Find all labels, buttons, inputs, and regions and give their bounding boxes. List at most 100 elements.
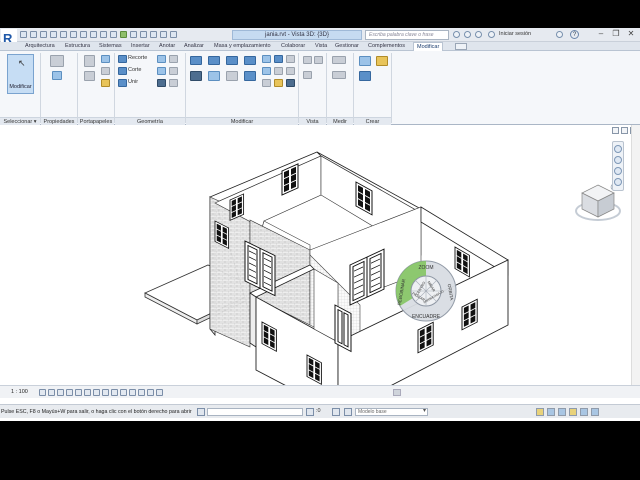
worksharing-display-icon[interactable] [147,389,154,396]
delete-icon[interactable] [286,79,295,87]
align-icon[interactable] [190,56,202,65]
measure-icon[interactable] [80,31,87,38]
create-similar-icon[interactable] [376,56,388,66]
scale-icon[interactable] [274,67,283,75]
reveal-hidden-icon[interactable] [120,389,127,396]
tab-analizar[interactable]: Analizar [184,42,204,51]
zoom-icon[interactable] [614,167,622,175]
design-option-select[interactable]: Modelo base [355,408,428,416]
horizontal-scrollbar-thumb[interactable] [393,389,401,396]
offset-icon[interactable] [208,56,220,65]
remove-paint-icon[interactable] [169,67,178,75]
communication-icon[interactable] [475,31,482,38]
text-icon[interactable] [110,31,117,38]
type-properties-icon[interactable] [52,71,62,80]
save-icon[interactable] [30,31,37,38]
wheel-zoom-label[interactable]: ZOOM [419,265,434,271]
lock-3d-icon[interactable] [102,389,109,396]
override-graphics-icon[interactable] [314,56,323,64]
tab-sistemas[interactable]: Sistemas [99,42,122,51]
unpin-icon[interactable] [274,79,283,87]
select-links-icon[interactable] [536,408,544,416]
house-3d-model[interactable] [0,125,640,385]
modify-button[interactable]: ↖ Modificar [7,54,34,94]
panel-seleccionar[interactable]: Seleccionar ▾ [0,117,40,125]
exchange-apps-icon[interactable] [556,31,563,38]
subscription-icon[interactable] [464,31,471,38]
split-icon[interactable] [262,55,271,63]
highlight-displacement-icon[interactable] [138,389,145,396]
cut-icon[interactable] [101,55,110,63]
mirror-draw-icon[interactable] [244,56,256,65]
filter-icon[interactable] [332,408,340,416]
editable-only-icon[interactable] [306,408,314,416]
redo-icon[interactable] [60,31,67,38]
login-link[interactable]: Iniciar sesión [499,30,531,39]
close-button[interactable]: ✕ [626,29,636,39]
vertical-scrollbar[interactable] [631,125,640,385]
3d-viewport[interactable]: ZOOM ORBITA ENCUADRE REBOBINAR CENTRO MI… [0,125,640,385]
split-face-icon[interactable] [169,55,178,63]
measure-distance-icon[interactable] [332,56,346,64]
cope-icon[interactable] [118,55,127,63]
wall-joins-icon[interactable] [157,55,166,63]
copy-element-icon[interactable] [208,71,220,81]
workset-field[interactable] [207,408,303,416]
sync-icon[interactable] [40,31,47,38]
corte-label[interactable]: Corte [128,67,141,74]
analytical-model-icon[interactable] [129,389,136,396]
view-scale[interactable]: 1 : 100 [11,388,28,397]
wheel-pan-label[interactable]: ENCUADRE [412,314,441,320]
favorites-icon[interactable] [488,31,495,38]
tab-vista[interactable]: Vista [315,42,327,51]
temporary-hide-icon[interactable] [111,389,118,396]
thin-lines-icon[interactable] [140,31,147,38]
dimension-icon[interactable] [90,31,97,38]
tag-icon[interactable] [100,31,107,38]
cut-geometry-icon[interactable] [118,67,127,75]
worksets-icon[interactable] [197,408,205,416]
ribbon-minimize-icon[interactable] [455,43,467,50]
shadows-icon[interactable] [66,389,73,396]
tab-gestionar[interactable]: Gestionar [335,42,359,51]
tab-complementos[interactable]: Complementos [368,42,405,51]
tab-anotar[interactable]: Anotar [159,42,175,51]
paste-icon[interactable] [84,55,95,67]
rendering-icon[interactable] [75,389,82,396]
search-icon[interactable] [453,31,460,38]
copy-icon[interactable] [101,67,110,75]
show-crop-icon[interactable] [93,389,100,396]
hide-element-icon[interactable] [303,56,312,64]
full-navigation-wheel-icon[interactable] [614,145,622,153]
unir-label[interactable]: Unir [128,79,138,86]
tab-arquitectura[interactable]: Arquitectura [25,42,55,51]
recorte-label[interactable]: Recorte [128,55,147,62]
dimension-aligned-icon[interactable] [332,71,346,79]
select-by-face-icon[interactable] [569,408,577,416]
trim-single-icon[interactable] [286,55,295,63]
tab-masa-y-emplazamiento[interactable]: Masa y emplazamiento [214,42,271,51]
paste-options-icon[interactable] [84,71,95,81]
drag-elements-icon[interactable] [580,408,588,416]
join-roof-icon[interactable] [169,79,178,87]
select-pinned-icon[interactable] [558,408,566,416]
trim-multiple-icon[interactable] [286,67,295,75]
section-icon[interactable] [130,31,137,38]
search-input[interactable]: Escriba palabra clave o frase [365,30,449,40]
create-group-icon[interactable] [359,56,371,66]
pan-icon[interactable] [614,156,622,164]
close-hidden-icon[interactable] [150,31,157,38]
demolish-icon[interactable] [157,79,166,87]
tab-estructura[interactable]: Estructura [65,42,90,51]
customize-qat-icon[interactable] [170,31,177,38]
properties-icon[interactable] [50,55,64,67]
steering-wheel[interactable]: ZOOM ORBITA ENCUADRE REBOBINAR CENTRO MI… [391,256,461,326]
move-icon[interactable] [190,71,202,81]
select-underlay-icon[interactable] [547,408,555,416]
join-icon[interactable] [118,79,127,87]
help-icon[interactable]: ? [570,30,579,39]
undo-icon[interactable] [50,31,57,38]
visual-style-icon[interactable] [48,389,55,396]
print-icon[interactable] [70,31,77,38]
create-parts-icon[interactable] [359,71,371,81]
